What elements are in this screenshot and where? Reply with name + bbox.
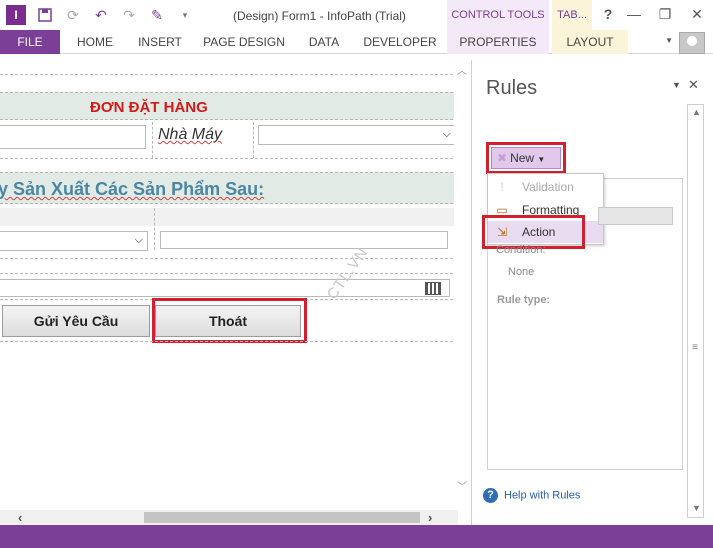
validation-icon: ! xyxy=(500,180,504,194)
format-painter-icon[interactable]: ✎ xyxy=(148,6,166,24)
dashed-divider xyxy=(0,341,458,342)
help-button[interactable]: ? xyxy=(598,6,618,22)
submit-button[interactable]: Gửi Yêu Cầu xyxy=(2,305,150,337)
close-pane-icon[interactable]: ✕ xyxy=(688,77,699,93)
dashed-divider xyxy=(0,273,458,274)
scroll-down-icon[interactable]: ▼ xyxy=(692,503,701,513)
minimize-button[interactable]: — xyxy=(624,6,644,22)
redo-icon[interactable]: ↷ xyxy=(120,6,138,24)
scroll-up-icon[interactable]: ︿ xyxy=(457,62,467,77)
help-with-rules-link[interactable]: ? Help with Rules xyxy=(483,488,580,503)
tab-home[interactable]: HOME xyxy=(68,30,122,54)
quick-access-toolbar: I ⟳ ↶ ↷ ✎ ▾ xyxy=(6,5,194,25)
tab-developer[interactable]: DEVELOPER xyxy=(360,30,440,54)
form-canvas: ĐƠN ĐẶT HÀNG Nhà Máy ⌵ y Sản Xuất Các Sả… xyxy=(0,60,458,510)
product-dropdown[interactable]: ⌵ xyxy=(0,231,148,251)
tab-insert[interactable]: INSERT xyxy=(132,30,188,54)
scroll-up-icon[interactable]: ▲ xyxy=(692,107,701,117)
highlight-box-exit xyxy=(152,298,307,343)
calendar-icon[interactable] xyxy=(425,282,441,295)
condition-value: None xyxy=(508,266,535,278)
date-picker-field[interactable] xyxy=(0,279,450,297)
section-banner: y Sản Xuất Các Sản Phẩm Sau: xyxy=(0,172,458,204)
account-avatar[interactable] xyxy=(679,32,705,54)
scroll-left-icon[interactable]: ‹ xyxy=(18,510,22,525)
rule-name-field xyxy=(598,207,673,225)
quantity-text-field[interactable] xyxy=(160,231,448,249)
canvas-vertical-scrollbar[interactable]: ︿ ﹀ xyxy=(454,60,470,510)
section-title: y Sản Xuất Các Sản Phẩm Sau: xyxy=(0,179,265,199)
restore-button[interactable]: ❐ xyxy=(655,6,675,23)
dashed-divider xyxy=(152,122,153,158)
save-icon[interactable] xyxy=(36,6,54,24)
dashed-divider xyxy=(154,208,155,250)
control-tools-group: CONTROL TOOLS xyxy=(447,0,549,30)
ribbon-tabs: FILE HOME INSERT PAGE DESIGN DATA DEVELO… xyxy=(0,30,713,54)
tab-properties[interactable]: PROPERTIES xyxy=(447,30,549,54)
status-bar xyxy=(0,525,713,548)
dashed-divider xyxy=(253,122,254,158)
title-bar: I ⟳ ↶ ↷ ✎ ▾ (Design) Form1 - InfoPath (T… xyxy=(0,0,713,30)
infopath-logo-icon: I xyxy=(6,5,26,25)
scroll-down-icon[interactable]: ﹀ xyxy=(457,478,467,493)
refresh-icon[interactable]: ⟳ xyxy=(64,6,82,24)
close-button[interactable]: ✕ xyxy=(687,6,707,23)
table-tools-group: TAB... xyxy=(552,0,592,30)
tab-page-design[interactable]: PAGE DESIGN xyxy=(200,30,288,54)
condition-label: Condition: xyxy=(496,244,546,256)
customize-qat-icon[interactable]: ▾ xyxy=(176,6,194,24)
chevron-down-icon: ⌵ xyxy=(442,128,451,140)
tab-data[interactable]: DATA xyxy=(300,30,348,54)
undo-icon[interactable]: ↶ xyxy=(92,6,110,24)
account-dropdown-icon[interactable]: ▼ xyxy=(665,36,673,45)
highlight-box-new xyxy=(486,142,566,174)
factory-dropdown[interactable]: ⌵ xyxy=(258,125,456,145)
table-header-row xyxy=(0,208,458,226)
menu-item-label: Validation xyxy=(522,180,574,194)
name-text-field[interactable] xyxy=(0,125,146,149)
header-banner: ĐƠN ĐẶT HÀNG xyxy=(0,92,458,120)
help-icon: ? xyxy=(483,488,498,503)
scrollbar-thumb[interactable] xyxy=(144,512,420,523)
dashed-divider xyxy=(0,74,458,75)
dashed-divider xyxy=(0,258,458,259)
scrollbar-grip-icon[interactable]: ≡ xyxy=(692,342,698,353)
rules-pane: Rules ▼ ✕ ✖ New ▼ ! Validation ▭ Formatti… xyxy=(471,60,713,525)
factory-label: Nhà Máy xyxy=(158,126,223,143)
form-header-title: ĐƠN ĐẶT HÀNG xyxy=(90,99,208,116)
dashed-divider xyxy=(0,158,458,159)
menu-item-validation[interactable]: ! Validation xyxy=(488,176,603,198)
pane-vertical-scrollbar[interactable]: ▲ ≡ ▼ xyxy=(687,104,704,518)
canvas-horizontal-scrollbar[interactable]: ‹ › xyxy=(0,510,458,525)
tab-file[interactable]: FILE xyxy=(0,30,60,54)
window-title: (Design) Form1 - InfoPath (Trial) xyxy=(233,9,406,23)
rule-type-label: Rule type: xyxy=(497,294,551,306)
pane-options-icon[interactable]: ▼ xyxy=(672,80,681,90)
scroll-right-icon[interactable]: › xyxy=(428,510,432,525)
help-link-label: Help with Rules xyxy=(504,489,581,502)
rules-pane-title: Rules xyxy=(486,77,538,99)
tab-layout[interactable]: LAYOUT xyxy=(552,30,628,54)
chevron-down-icon: ⌵ xyxy=(134,234,143,246)
